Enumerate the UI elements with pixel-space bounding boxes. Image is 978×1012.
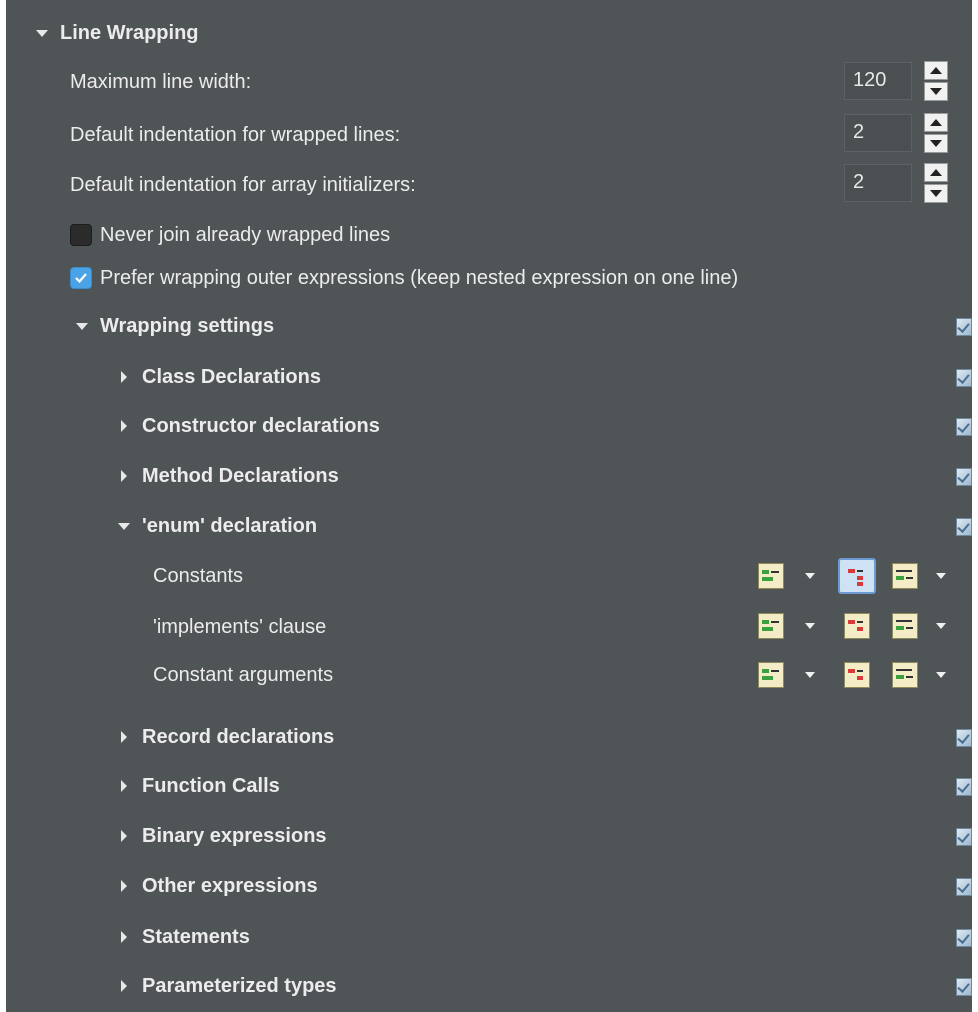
triangle-right-icon[interactable] [114,780,134,792]
tree-node-label: Parameterized types [142,974,337,997]
wrapped-indent-spinner[interactable] [924,113,948,153]
checkbox-label: Never join already wrapped lines [100,223,391,246]
field-label: Maximum line width: [70,70,252,93]
field-label: Default indentation for wrapped lines: [70,123,401,146]
force-split-icon[interactable] [844,662,870,688]
tree-leaf-label: Constants [153,564,244,587]
checkbox-label: Prefer wrapping outer expressions (keep … [100,266,739,289]
tree-item-method-declarations[interactable]: Method Declarations [114,456,972,496]
tree-node-label: Binary expressions [142,824,327,847]
chevron-down-icon [930,190,942,197]
checkbox-tree-icon[interactable] [956,778,972,796]
triangle-right-icon[interactable] [114,470,134,482]
spin-down-button[interactable] [924,134,948,153]
spin-up-button[interactable] [924,163,948,182]
chevron-up-icon [930,119,942,126]
spin-up-button[interactable] [924,61,948,80]
triangle-right-icon[interactable] [114,880,134,892]
chevron-down-icon[interactable] [805,672,815,678]
indent-policy-icon[interactable] [892,662,918,688]
triangle-down-icon[interactable] [114,522,134,530]
triangle-right-icon[interactable] [114,980,134,992]
chevron-down-icon[interactable] [936,623,946,629]
tree-leaf-label: 'implements' clause [153,615,327,638]
field-array-indent: Default indentation for array initialize… [70,165,972,205]
triangle-right-icon[interactable] [114,371,134,383]
chevron-down-icon [930,88,942,95]
chevron-down-icon[interactable] [805,573,815,579]
checkbox-tree-icon[interactable] [956,828,972,846]
wrap-policy-icon[interactable] [758,613,784,639]
tree-node-label: Record declarations [142,725,335,748]
checkbox-tree-icon[interactable] [956,929,972,947]
tree-leaf-label: Constant arguments [153,663,334,686]
checkbox-tree-icon[interactable] [956,518,972,536]
array-indent-input[interactable]: 2 [844,164,912,202]
force-split-icon[interactable] [838,558,876,594]
max-line-width-input[interactable]: 120 [844,62,912,100]
tree-node-label: Other expressions [142,874,318,897]
tree-node-label: 'enum' declaration [142,514,318,537]
chevron-down-icon[interactable] [936,573,946,579]
triangle-right-icon[interactable] [114,420,134,432]
indent-policy-icon[interactable] [892,563,918,589]
checkbox-tree-icon[interactable] [956,318,972,336]
tree-node-label: Method Declarations [142,464,339,487]
field-label: Default indentation for array initialize… [70,173,416,196]
tree-item-enum-declaration[interactable]: 'enum' declaration [114,506,972,546]
tree-wrapping-settings[interactable]: Wrapping settings [72,306,972,346]
tree-node-label: Constructor declarations [142,414,380,437]
triangle-down-icon[interactable] [32,29,52,37]
section-line-wrapping[interactable]: Line Wrapping [32,13,972,53]
wrap-policy-icon[interactable] [758,662,784,688]
checkbox-tree-icon[interactable] [956,369,972,387]
tree-item-binary-expressions[interactable]: Binary expressions [114,816,972,856]
max-line-width-spinner[interactable] [924,61,948,101]
checkbox-tree-icon[interactable] [956,978,972,996]
field-wrapped-indent: Default indentation for wrapped lines: [70,115,972,155]
checkbox-tree-icon[interactable] [956,729,972,747]
tree-node-label: Function Calls [142,774,280,797]
triangle-right-icon[interactable] [114,931,134,943]
triangle-down-icon[interactable] [72,322,92,330]
checkmark-icon [75,273,87,284]
triangle-right-icon[interactable] [114,731,134,743]
wrapped-indent-input[interactable]: 2 [844,114,912,152]
section-title: Line Wrapping [60,21,199,44]
triangle-right-icon[interactable] [114,830,134,842]
chevron-down-icon[interactable] [936,672,946,678]
field-max-line-width: Maximum line width: [70,62,972,102]
chevron-down-icon [930,140,942,147]
tree-item-function-calls[interactable]: Function Calls [114,766,972,806]
force-split-icon[interactable] [844,613,870,639]
tree-item-other-expressions[interactable]: Other expressions [114,866,972,906]
tree-item-statements[interactable]: Statements [114,917,972,957]
spin-down-button[interactable] [924,184,948,203]
checkbox-prefer-outer[interactable]: Prefer wrapping outer expressions (keep … [70,258,972,298]
checkbox-tree-icon[interactable] [956,878,972,896]
tree-node-label: Class Declarations [142,365,321,388]
tree-item-constructor-declarations[interactable]: Constructor declarations [114,406,972,446]
chevron-up-icon [930,169,942,176]
checkbox-unchecked[interactable] [70,224,92,246]
tree-item-class-declarations[interactable]: Class Declarations [114,357,972,397]
checkbox-checked[interactable] [70,267,92,289]
line-wrapping-panel: Line Wrapping Maximum line width: 120 De… [6,0,972,1012]
chevron-up-icon [930,67,942,74]
wrap-policy-icon[interactable] [758,563,784,589]
spin-down-button[interactable] [924,82,948,101]
checkbox-tree-icon[interactable] [956,468,972,486]
tree-node-label: Wrapping settings [100,314,275,337]
spin-up-button[interactable] [924,113,948,132]
tree-item-parameterized-types[interactable]: Parameterized types [114,966,972,1006]
array-indent-spinner[interactable] [924,163,948,203]
chevron-down-icon[interactable] [805,623,815,629]
tree-item-record-declarations[interactable]: Record declarations [114,717,972,757]
indent-policy-icon[interactable] [892,613,918,639]
checkbox-tree-icon[interactable] [956,418,972,436]
tree-node-label: Statements [142,925,250,948]
checkbox-never-join[interactable]: Never join already wrapped lines [70,215,972,255]
